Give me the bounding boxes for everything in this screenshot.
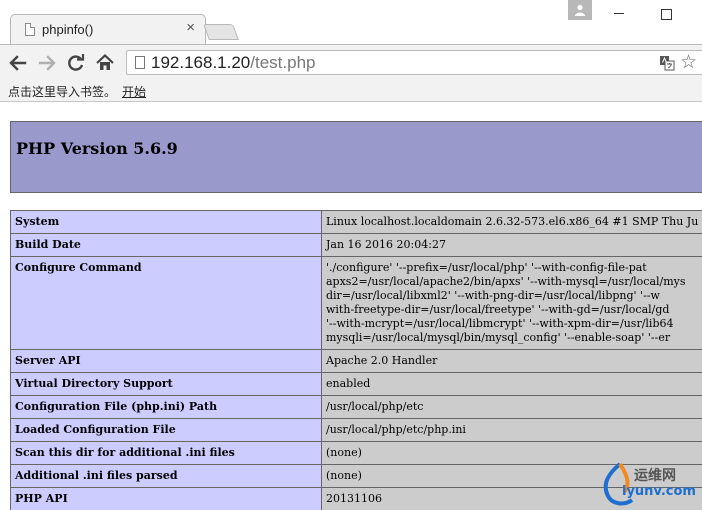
bookmarks-bar: 点击这里导入书签。 开始	[0, 80, 702, 102]
row-value-line: mysqli=/usr/local/mysql/bin/mysql_config…	[326, 331, 671, 344]
row-label: System	[10, 210, 322, 234]
row-value-line: with-freetype-dir=/usr/local/freetype' '…	[326, 303, 670, 316]
forward-icon[interactable]	[37, 53, 57, 73]
page-content: PHP Version 5.6.9 System Linux localhost.…	[0, 102, 702, 510]
row-value: Apache 2.0 Handler	[321, 349, 702, 373]
toolbar: 192.168.1.20/test.php ☆	[0, 44, 702, 80]
row-value-line: dir=/usr/local/libxml2' '--with-png-dir=…	[326, 289, 660, 302]
row-value-line: /usr/local/php/etc	[326, 400, 424, 413]
row-value-line: Jan 16 2016 20:04:27	[326, 238, 446, 251]
page-icon	[135, 56, 145, 69]
row-label: Scan this dir for additional .ini files	[10, 441, 322, 465]
translate-icon[interactable]	[659, 55, 675, 71]
bookmark-star-icon[interactable]: ☆	[680, 53, 697, 72]
table-row: Configuration File (php.ini) Path/usr/lo…	[10, 395, 702, 419]
tab-phpinfo[interactable]: phpinfo() ×	[10, 14, 206, 44]
back-icon[interactable]	[8, 53, 28, 73]
row-value: Jan 16 2016 20:04:27	[321, 233, 702, 257]
table-row: System Linux localhost.localdomain 2.6.32…	[10, 210, 702, 234]
row-value: /usr/local/php/etc/php.ini	[321, 418, 702, 442]
row-value-line: (none)	[326, 446, 362, 459]
bookmarks-import-hint: 点击这里导入书签。	[8, 85, 117, 99]
close-icon[interactable]: ×	[186, 20, 195, 35]
row-label: Server API	[10, 349, 322, 373]
row-label: Configuration File (php.ini) Path	[10, 395, 322, 419]
browser-window: phpinfo() × 192.168.1.20/test.php ☆ 点击这里…	[0, 0, 702, 510]
tab-strip: phpinfo() ×	[0, 0, 702, 44]
table-row: Virtual Directory Support enabled	[10, 372, 702, 396]
row-label: Loaded Configuration File	[10, 418, 322, 442]
php-version-header: PHP Version 5.6.9	[10, 121, 702, 193]
watermark-cn: 运维网	[634, 468, 676, 484]
maximize-button[interactable]	[661, 9, 672, 20]
row-value-line: apxs2=/usr/local/apache2/bin/apxs' '--wi…	[326, 275, 686, 288]
new-tab-button[interactable]	[203, 24, 239, 40]
row-value: /usr/local/php/etc	[321, 395, 702, 419]
watermark-en: iyunv.com	[622, 484, 696, 499]
user-icon[interactable]	[568, 0, 592, 20]
row-value-line: Linux localhost.localdomain 2.6.32-573.e…	[326, 215, 699, 228]
table-row: Server API Apache 2.0 Handler	[10, 349, 702, 373]
row-value-line: '--with-mcrypt=/usr/local/libmcrypt' '--…	[326, 317, 674, 330]
row-value: enabled	[321, 372, 702, 396]
table-row: Configure Command './configure' '--prefix…	[10, 256, 702, 350]
row-value: './configure' '--prefix=/usr/local/php' …	[321, 256, 702, 350]
iyunv-watermark: 运维网 iyunv.com	[598, 462, 702, 508]
row-value-line: /usr/local/php/etc/php.ini	[326, 423, 466, 436]
table-row: Build Date Jan 16 2016 20:04:27	[10, 233, 702, 257]
page-title: PHP Version 5.6.9	[16, 139, 178, 158]
url-text[interactable]: 192.168.1.20/test.php	[151, 53, 315, 73]
row-value-line: enabled	[326, 377, 371, 390]
row-label: Configure Command	[10, 256, 322, 350]
row-value: Linux localhost.localdomain 2.6.32-573.e…	[321, 210, 702, 234]
row-label: Additional .ini files parsed	[10, 464, 322, 488]
row-value-line: './configure' '--prefix=/usr/local/php' …	[326, 261, 647, 274]
row-label: PHP API	[10, 487, 322, 510]
minimize-button[interactable]	[614, 13, 624, 14]
home-icon[interactable]	[95, 53, 115, 73]
bookmarks-start-link[interactable]: 开始	[122, 83, 146, 100]
row-label: Virtual Directory Support	[10, 372, 322, 396]
table-row: Loaded Configuration File/usr/local/php/…	[10, 418, 702, 442]
address-bar[interactable]: 192.168.1.20/test.php ☆	[126, 50, 702, 75]
page-icon	[25, 23, 35, 36]
row-label: Build Date	[10, 233, 322, 257]
tab-title: phpinfo()	[42, 22, 94, 37]
reload-icon[interactable]	[66, 53, 86, 73]
row-value-line: Apache 2.0 Handler	[326, 354, 438, 367]
